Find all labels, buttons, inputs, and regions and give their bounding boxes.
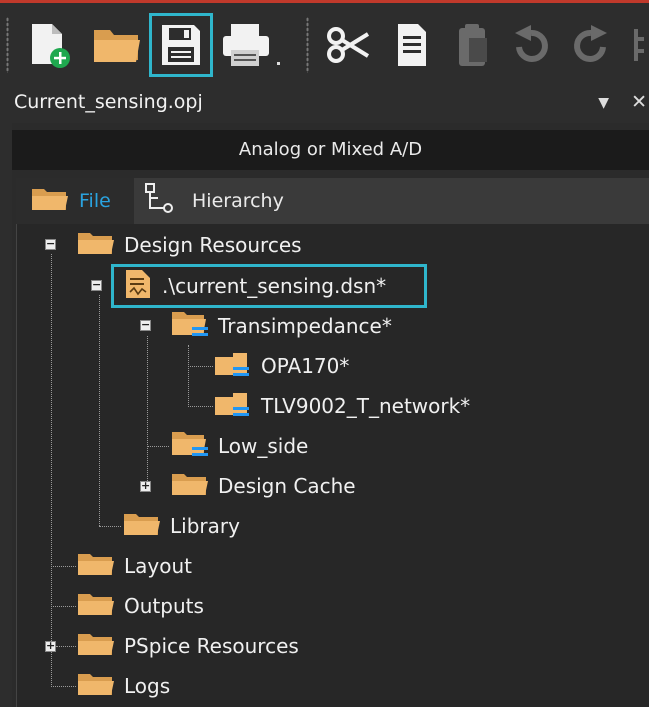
tree-line [51, 686, 76, 687]
new-file-icon [24, 20, 74, 70]
tree-item-library[interactable]: Library [122, 506, 240, 546]
folder-icon [30, 186, 70, 217]
toolbar [0, 0, 649, 85]
undo-icon [511, 23, 551, 67]
schematic-page-icon [213, 389, 253, 424]
paste-icon [453, 20, 493, 70]
open-button[interactable] [88, 13, 146, 77]
tree-item-pspice-resources[interactable]: PSpice Resources [76, 626, 299, 666]
tree-item-label: PSpice Resources [124, 634, 299, 658]
print-button[interactable] [216, 13, 286, 77]
tree-item-label: Logs [124, 674, 171, 698]
tree-item-dsn-file[interactable]: .\current_sensing.dsn* [122, 266, 386, 306]
tree-item-label: .\current_sensing.dsn* [162, 274, 387, 298]
folder-icon [76, 591, 116, 622]
tree-line [188, 406, 213, 407]
tree-item-logs[interactable]: Logs [76, 666, 170, 706]
tree-line [147, 336, 148, 487]
schematic-page-icon [213, 349, 253, 384]
tree-line [51, 566, 76, 567]
tree-item-label: Design Cache [218, 474, 356, 498]
save-icon [159, 22, 203, 68]
folder-icon [76, 671, 116, 702]
save-button[interactable] [149, 13, 213, 77]
schematic-folder-icon [170, 309, 210, 344]
tab-file[interactable]: File [16, 178, 134, 224]
tree-item-label: OPA170* [261, 354, 350, 378]
schematic-folder-icon [170, 429, 210, 464]
copy-icon [392, 20, 432, 70]
toolbar-grip[interactable] [6, 17, 9, 73]
chevron-down-icon[interactable]: ▼ [598, 95, 609, 111]
tree-line [188, 366, 213, 367]
tree-line [147, 446, 169, 447]
tree-item-label: Design Resources [124, 233, 302, 257]
folder-icon [122, 511, 162, 542]
folder-icon [170, 471, 210, 502]
tree-item-design-resources[interactable]: Design Resources [76, 225, 302, 265]
more-toolbar-icon[interactable] [626, 13, 649, 77]
tree-item-low-side[interactable]: Low_side [170, 426, 308, 466]
tab-file-label: File [79, 190, 111, 212]
tree-item-layout[interactable]: Layout [76, 546, 192, 586]
mode-bar: Analog or Mixed A/D [12, 130, 649, 170]
tree-item-design-cache[interactable]: Design Cache [170, 466, 356, 506]
tree-item-label: TLV9002_T_network* [261, 394, 471, 418]
collapse-icon[interactable]: − [140, 319, 151, 331]
tree-item-label: Layout [124, 554, 192, 578]
collapse-icon[interactable]: − [45, 238, 56, 250]
project-panel-header: Current_sensing.opj ▼ ✕ [0, 85, 649, 123]
collapse-icon[interactable]: − [91, 279, 102, 291]
tree-item-outputs[interactable]: Outputs [76, 586, 204, 626]
copy-button[interactable] [383, 13, 441, 77]
expand-icon[interactable]: + [45, 640, 56, 652]
hierarchy-icon [140, 182, 180, 221]
folder-icon [76, 631, 116, 662]
tree-item-label: Outputs [124, 594, 204, 618]
tree-line [51, 606, 76, 607]
tree-item-label: Transimpedance* [218, 314, 392, 338]
print-icon [219, 20, 283, 70]
folder-icon [76, 551, 116, 582]
redo-icon [571, 23, 611, 67]
tree-line [188, 345, 189, 407]
tab-hierarchy-label: Hierarchy [192, 190, 284, 212]
tab-hierarchy[interactable]: Hierarchy [134, 178, 284, 224]
new-button[interactable] [20, 13, 78, 77]
cut-button[interactable] [320, 13, 378, 77]
tree-item-transimpedance[interactable]: Transimpedance* [170, 306, 392, 346]
project-title: Current_sensing.opj [14, 91, 203, 113]
tree-item-opa170[interactable]: OPA170* [213, 346, 349, 386]
paste-button[interactable] [444, 13, 502, 77]
tab-strip: File Hierarchy [16, 178, 649, 224]
redo-button[interactable] [566, 13, 616, 77]
tree-item-tlv9002[interactable]: TLV9002_T_network* [213, 386, 470, 426]
schematic-file-icon [122, 268, 154, 305]
tree-item-label: Library [170, 514, 240, 538]
tree-line [99, 295, 100, 526]
open-folder-icon [90, 20, 144, 70]
cut-icon [324, 20, 374, 70]
tree-item-label: Low_side [218, 434, 309, 458]
expand-icon[interactable]: + [140, 480, 151, 492]
toolbar-separator [306, 17, 309, 73]
folder-icon [76, 230, 116, 261]
close-icon[interactable]: ✕ [631, 91, 647, 113]
tree-line [56, 646, 76, 647]
panel-left-border [0, 123, 12, 707]
undo-button[interactable] [506, 13, 556, 77]
tree-line [99, 526, 121, 527]
tree-line [51, 254, 52, 687]
